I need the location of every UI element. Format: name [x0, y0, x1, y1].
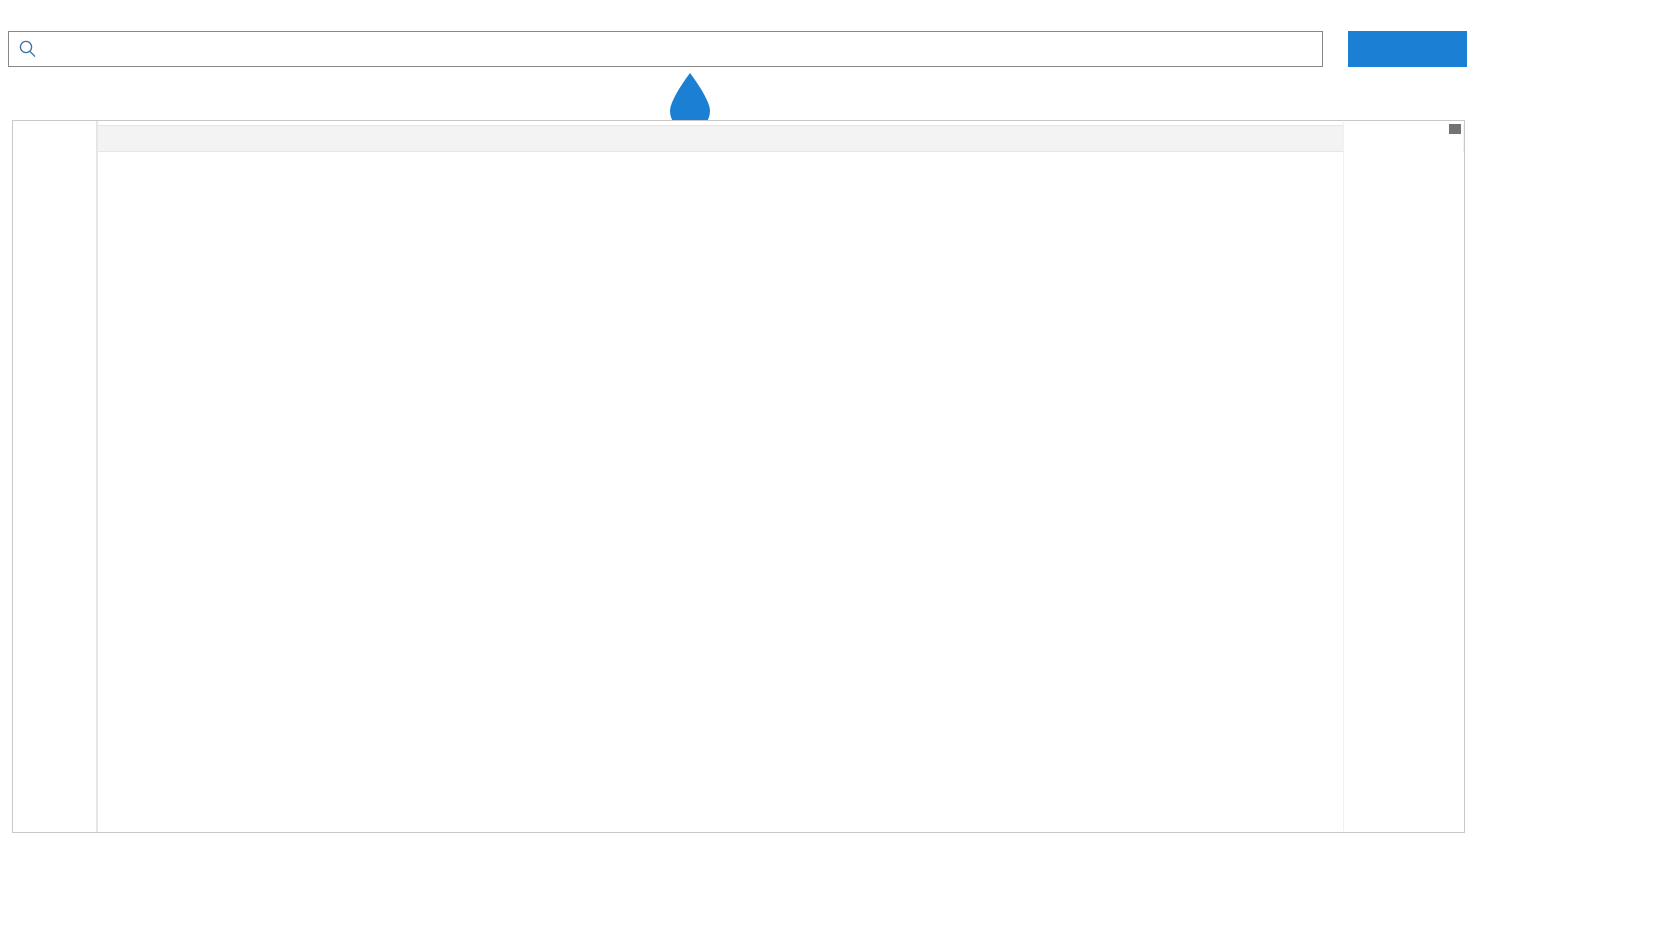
- json-results-editor[interactable]: [12, 120, 1465, 833]
- top-clipped-strip: [0, 0, 1653, 14]
- search-input[interactable]: [47, 33, 1322, 65]
- search-button[interactable]: [1348, 31, 1467, 67]
- vertical-scrollbar-thumb[interactable]: [1449, 124, 1461, 134]
- search-icon: [9, 32, 47, 66]
- active-line-border: [97, 125, 1464, 153]
- search-row: [8, 31, 1645, 67]
- line-number-gutter: [13, 121, 97, 832]
- indent-guide: [97, 121, 98, 832]
- code-minimap[interactable]: [1343, 122, 1463, 831]
- clipped-bottom-line: [12, 833, 1465, 847]
- code-area[interactable]: [97, 121, 1464, 832]
- search-box[interactable]: [8, 31, 1323, 67]
- app-root: [0, 0, 1653, 944]
